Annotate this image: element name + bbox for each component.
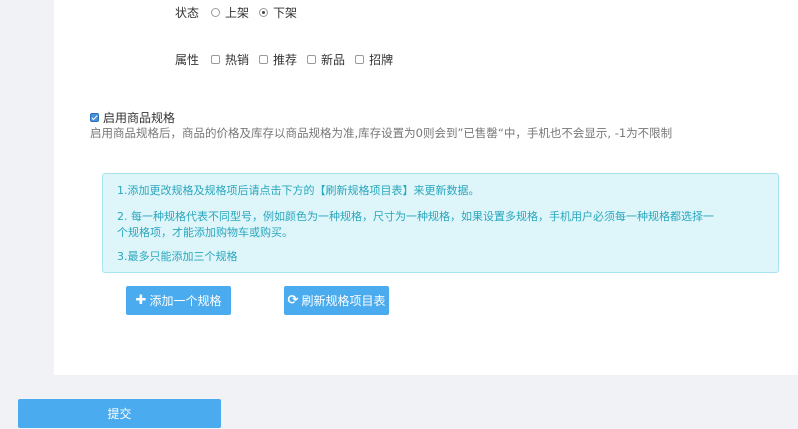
refresh-label: 刷新规格项目表: [301, 294, 386, 308]
on-shelf-label: 上架: [225, 6, 250, 20]
enable-spec-toggle[interactable]: 启用商品规格: [90, 109, 175, 126]
hot-checkbox[interactable]: [211, 55, 221, 64]
status-option-off-shelf[interactable]: 下架: [259, 4, 297, 21]
alert-line-2b: 个规格项，才能添加购物车或购买。: [117, 226, 293, 239]
refresh-spec-table-button[interactable]: ⟳ 刷新规格项目表: [284, 286, 389, 315]
alert-line-3: 3.最多只能添加三个规格: [117, 250, 238, 263]
off-shelf-label: 下架: [273, 6, 298, 20]
enable-spec-checkbox[interactable]: [90, 113, 99, 122]
attr-option-hot[interactable]: 热销: [211, 51, 249, 68]
on-shelf-radio[interactable]: [211, 8, 221, 17]
alert-line-1: 1.添加更改规格及规格项后请点击下方的【刷新规格项目表】来更新数据。: [117, 184, 480, 197]
submit-label: 提交: [107, 407, 132, 421]
add-spec-label: 添加一个规格: [149, 294, 222, 308]
attr-option-recommend[interactable]: 推荐: [259, 51, 297, 68]
attributes-row: 属性 热销 推荐 新品 招牌: [175, 51, 403, 68]
enable-spec-label: 启用商品规格: [103, 111, 176, 125]
refresh-icon: ⟳: [287, 293, 299, 308]
hot-label: 热销: [225, 53, 250, 67]
new-label: 新品: [321, 53, 346, 67]
spec-help-text: 启用商品规格后，商品的价格及库存以商品规格为准,库存设置为0则会到”已售罄“中，…: [90, 126, 673, 140]
spec-info-alert: 1.添加更改规格及规格项后请点击下方的【刷新规格项目表】来更新数据。 2. 每一…: [102, 173, 779, 273]
attr-option-new[interactable]: 新品: [307, 51, 345, 68]
status-row: 状态 上架 下架: [175, 4, 307, 21]
recommend-checkbox[interactable]: [259, 55, 269, 64]
add-spec-button[interactable]: ✚ 添加一个规格: [126, 286, 231, 315]
status-option-on-shelf[interactable]: 上架: [211, 4, 249, 21]
off-shelf-radio[interactable]: [259, 8, 269, 17]
new-checkbox[interactable]: [307, 55, 317, 64]
attributes-label: 属性: [175, 53, 200, 67]
submit-button[interactable]: 提交: [18, 399, 221, 428]
signature-checkbox[interactable]: [355, 55, 365, 64]
recommend-label: 推荐: [273, 53, 298, 67]
alert-line-2a: 2. 每一种规格代表不同型号，例如颜色为一种规格，尺寸为一种规格，如果设置多规格…: [117, 210, 714, 223]
attr-option-signature[interactable]: 招牌: [355, 51, 393, 68]
status-label: 状态: [175, 6, 200, 20]
signature-label: 招牌: [369, 53, 394, 67]
plus-icon: ✚: [135, 293, 147, 308]
